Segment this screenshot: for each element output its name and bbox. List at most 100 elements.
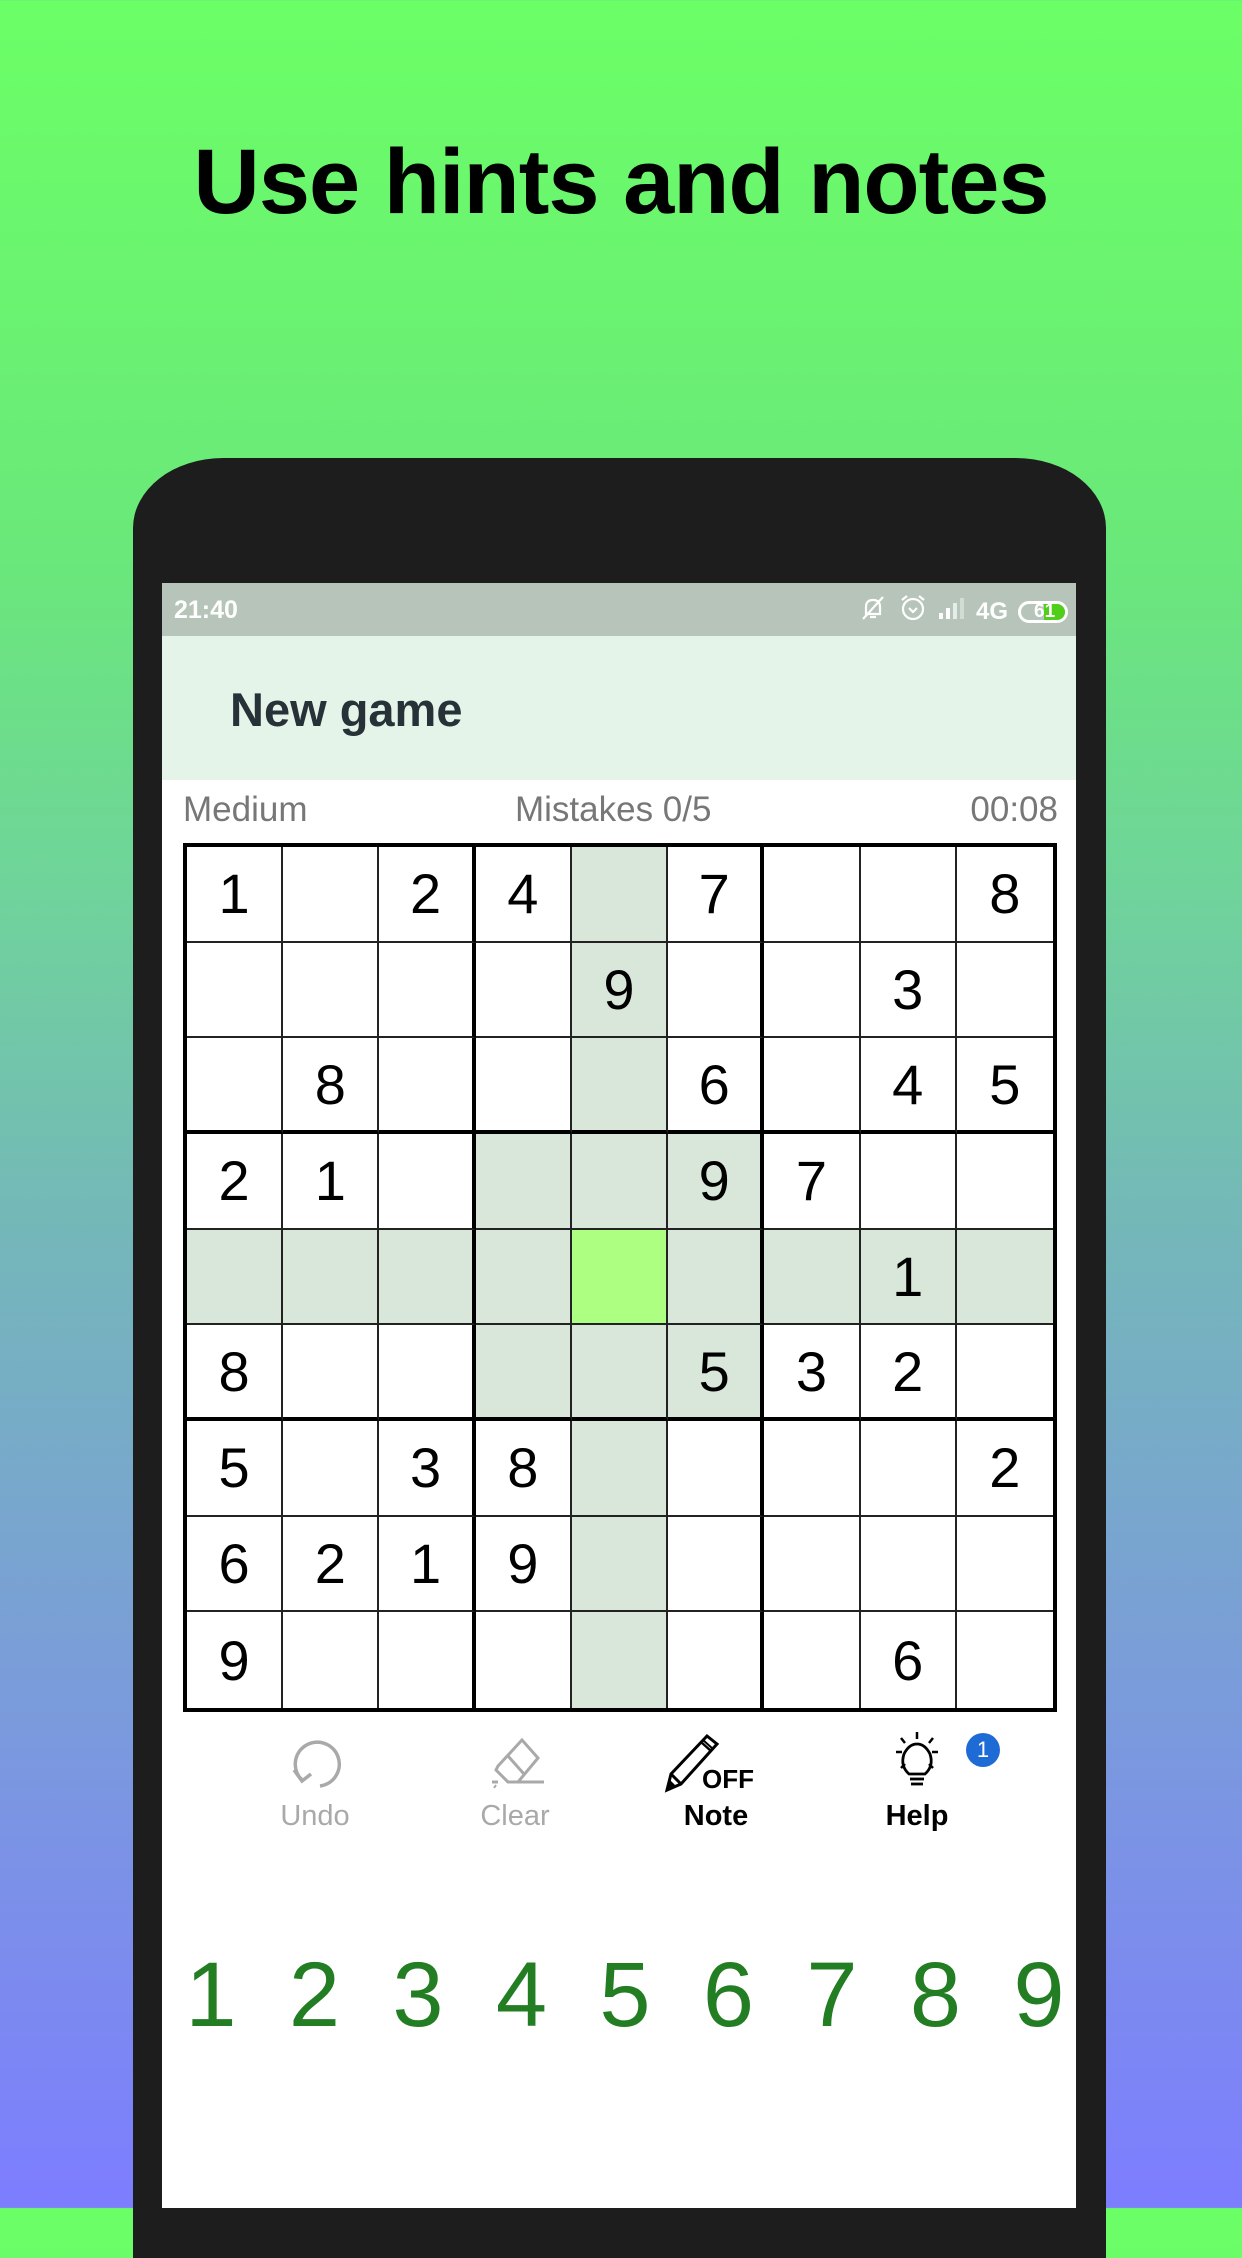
- sudoku-cell[interactable]: [764, 1612, 861, 1708]
- sudoku-cell[interactable]: 1: [283, 1133, 380, 1230]
- number-key[interactable]: 3: [373, 1943, 463, 2048]
- sudoku-cell[interactable]: [571, 1038, 669, 1134]
- sudoku-cell[interactable]: 8: [475, 1420, 572, 1517]
- sudoku-cell[interactable]: [283, 1229, 380, 1326]
- sudoku-cell[interactable]: 6: [860, 1612, 957, 1708]
- sudoku-cell[interactable]: [668, 1229, 765, 1326]
- sudoku-cell[interactable]: [668, 1420, 765, 1517]
- sudoku-cell[interactable]: 6: [187, 1516, 284, 1613]
- undo-label: Undo: [280, 1800, 350, 1832]
- sudoku-cell[interactable]: [475, 1229, 572, 1326]
- sudoku-cell[interactable]: [571, 1516, 669, 1613]
- sudoku-cell[interactable]: 3: [379, 1420, 476, 1517]
- sudoku-cell[interactable]: [764, 847, 861, 943]
- sudoku-cell[interactable]: [571, 1229, 669, 1326]
- help-button[interactable]: 1 Help: [842, 1730, 1000, 1833]
- sudoku-cell[interactable]: 1: [860, 1229, 957, 1326]
- clear-button[interactable]: Clear: [440, 1730, 590, 1833]
- sudoku-cell[interactable]: [956, 1229, 1053, 1326]
- sudoku-cell[interactable]: 9: [475, 1516, 572, 1613]
- sudoku-cell[interactable]: [475, 1038, 572, 1134]
- sudoku-cell[interactable]: [764, 1516, 861, 1613]
- sudoku-cell[interactable]: [956, 1325, 1053, 1421]
- sudoku-cell[interactable]: 1: [379, 1516, 476, 1613]
- battery-percent: 61: [1034, 600, 1056, 622]
- sudoku-cell[interactable]: 8: [956, 847, 1053, 943]
- sudoku-cell[interactable]: 2: [956, 1420, 1053, 1517]
- sudoku-cell[interactable]: [379, 1612, 476, 1708]
- sudoku-cell[interactable]: [379, 1229, 476, 1326]
- number-key[interactable]: 7: [787, 1943, 877, 2048]
- sudoku-cell[interactable]: [860, 1420, 957, 1517]
- sudoku-cell[interactable]: [956, 942, 1053, 1039]
- sudoku-cell[interactable]: [668, 1612, 765, 1708]
- sudoku-cell[interactable]: [475, 1325, 572, 1421]
- sudoku-cell[interactable]: 8: [283, 1038, 380, 1134]
- sudoku-cell[interactable]: 9: [571, 942, 669, 1039]
- sudoku-cell[interactable]: [187, 942, 284, 1039]
- sudoku-cell[interactable]: [956, 1133, 1053, 1230]
- note-toggle-button[interactable]: OFF Note: [641, 1730, 791, 1833]
- sudoku-cell[interactable]: [668, 942, 765, 1039]
- sudoku-cell[interactable]: 2: [187, 1133, 284, 1230]
- sudoku-cell[interactable]: [283, 942, 380, 1039]
- sudoku-cell[interactable]: 3: [764, 1325, 861, 1421]
- status-time: 21:40: [174, 596, 238, 624]
- sudoku-cell[interactable]: [571, 1420, 669, 1517]
- help-label: Help: [885, 1800, 949, 1832]
- sudoku-cell[interactable]: [764, 942, 861, 1039]
- notifications-off-icon: [858, 593, 888, 630]
- sudoku-cell[interactable]: 7: [764, 1133, 861, 1230]
- number-key[interactable]: 5: [580, 1943, 670, 2048]
- sudoku-cell[interactable]: [475, 1612, 572, 1708]
- sudoku-cell[interactable]: [379, 1133, 476, 1230]
- sudoku-cell[interactable]: [860, 1516, 957, 1613]
- sudoku-cell[interactable]: [379, 1038, 476, 1134]
- sudoku-cell[interactable]: [956, 1516, 1053, 1613]
- sudoku-cell[interactable]: [668, 1516, 765, 1613]
- sudoku-cell[interactable]: 8: [187, 1325, 284, 1421]
- sudoku-cell[interactable]: 2: [283, 1516, 380, 1613]
- sudoku-cell[interactable]: 6: [668, 1038, 765, 1134]
- sudoku-cell[interactable]: 9: [668, 1133, 765, 1230]
- sudoku-cell[interactable]: 9: [187, 1612, 284, 1708]
- number-key[interactable]: 6: [684, 1943, 774, 2048]
- sudoku-cell[interactable]: [860, 1133, 957, 1230]
- sudoku-cell[interactable]: [571, 847, 669, 943]
- number-key[interactable]: 4: [477, 1943, 567, 2048]
- sudoku-cell[interactable]: [187, 1229, 284, 1326]
- sudoku-cell[interactable]: 7: [668, 847, 765, 943]
- sudoku-cell[interactable]: 3: [860, 942, 957, 1039]
- sudoku-cell[interactable]: [571, 1133, 669, 1230]
- sudoku-cell[interactable]: 2: [379, 847, 476, 943]
- sudoku-cell[interactable]: [764, 1229, 861, 1326]
- sudoku-cell[interactable]: [283, 1420, 380, 1517]
- sudoku-cell[interactable]: 2: [860, 1325, 957, 1421]
- sudoku-cell[interactable]: [764, 1420, 861, 1517]
- sudoku-cell[interactable]: [764, 1038, 861, 1134]
- number-key[interactable]: 8: [891, 1943, 981, 2048]
- undo-button[interactable]: Undo: [240, 1730, 390, 1833]
- sudoku-cell[interactable]: [187, 1038, 284, 1134]
- sudoku-cell[interactable]: [379, 1325, 476, 1421]
- sudoku-cell[interactable]: [475, 942, 572, 1039]
- sudoku-cell[interactable]: [571, 1612, 669, 1708]
- number-key[interactable]: 9: [994, 1943, 1076, 2048]
- number-key[interactable]: 1: [166, 1943, 256, 2048]
- sudoku-cell[interactable]: [283, 1325, 380, 1421]
- number-pad: 123456789: [162, 1943, 1076, 2063]
- sudoku-cell[interactable]: 5: [956, 1038, 1053, 1134]
- sudoku-cell[interactable]: [956, 1612, 1053, 1708]
- sudoku-cell[interactable]: [571, 1325, 669, 1421]
- sudoku-cell[interactable]: 5: [668, 1325, 765, 1421]
- number-key[interactable]: 2: [270, 1943, 360, 2048]
- sudoku-cell[interactable]: [860, 847, 957, 943]
- sudoku-cell[interactable]: 4: [860, 1038, 957, 1134]
- sudoku-cell[interactable]: [283, 1612, 380, 1708]
- sudoku-cell[interactable]: 4: [475, 847, 572, 943]
- sudoku-cell[interactable]: [475, 1133, 572, 1230]
- sudoku-cell[interactable]: [379, 942, 476, 1039]
- sudoku-cell[interactable]: 5: [187, 1420, 284, 1517]
- sudoku-cell[interactable]: 1: [187, 847, 284, 943]
- sudoku-cell[interactable]: [283, 847, 380, 943]
